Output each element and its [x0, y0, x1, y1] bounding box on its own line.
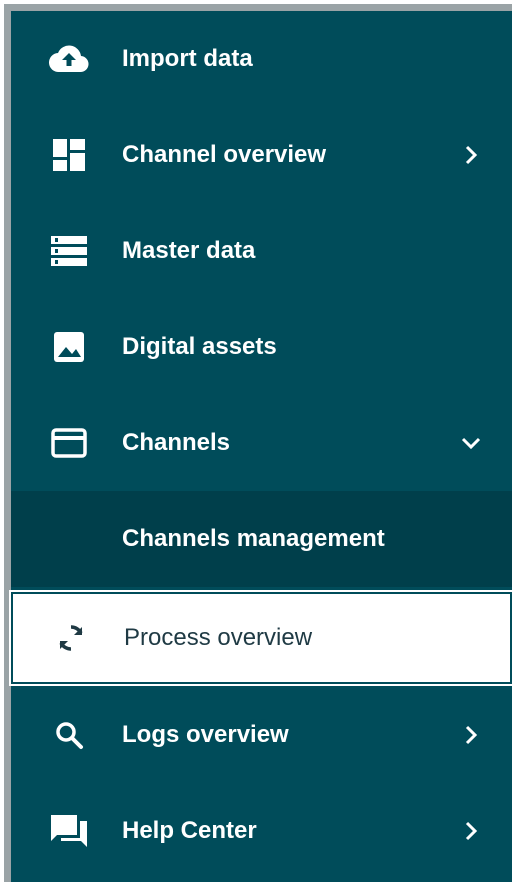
- app-frame: Import data Channel overview Master data…: [0, 0, 512, 882]
- chevron-right-icon: [460, 144, 482, 166]
- window-icon: [49, 423, 89, 463]
- sidebar-item-process-overview[interactable]: Process overview: [9, 590, 512, 686]
- sidebar-nav: Import data Channel overview Master data…: [4, 4, 512, 882]
- sidebar-item-channels[interactable]: Channels: [11, 395, 512, 491]
- sidebar-item-digital-assets[interactable]: Digital assets: [11, 299, 512, 395]
- sidebar-item-label: Logs overview: [122, 721, 289, 748]
- image-icon: [49, 327, 89, 367]
- sidebar-item-label: Master data: [122, 237, 256, 264]
- sidebar-item-label: Import data: [122, 45, 253, 72]
- sidebar-item-label: Channels management: [122, 525, 385, 552]
- dashboard-icon: [49, 135, 89, 175]
- sidebar-subitem-channels-management[interactable]: Channels management: [11, 491, 512, 587]
- chevron-down-icon: [460, 432, 482, 454]
- sidebar-item-import-data[interactable]: Import data: [11, 11, 512, 107]
- sidebar-item-label: Channel overview: [122, 141, 327, 168]
- sidebar-item-logs-overview[interactable]: Logs overview: [11, 687, 512, 783]
- list-icon: [49, 231, 89, 271]
- sync-icon: [51, 618, 91, 658]
- sidebar-item-label: Process overview: [124, 624, 313, 651]
- sidebar-item-help-center[interactable]: Help Center: [11, 783, 512, 879]
- sidebar-item-channel-overview[interactable]: Channel overview: [11, 107, 512, 203]
- cloud-upload-icon: [49, 39, 89, 79]
- sidebar-item-master-data[interactable]: Master data: [11, 203, 512, 299]
- sidebar-item-label: Help Center: [122, 817, 257, 844]
- sidebar-item-label: Digital assets: [122, 333, 277, 360]
- chevron-right-icon: [460, 820, 482, 842]
- chat-icon: [49, 811, 89, 851]
- sidebar-item-label: Channels: [122, 429, 231, 456]
- search-icon: [49, 715, 89, 755]
- chevron-right-icon: [460, 724, 482, 746]
